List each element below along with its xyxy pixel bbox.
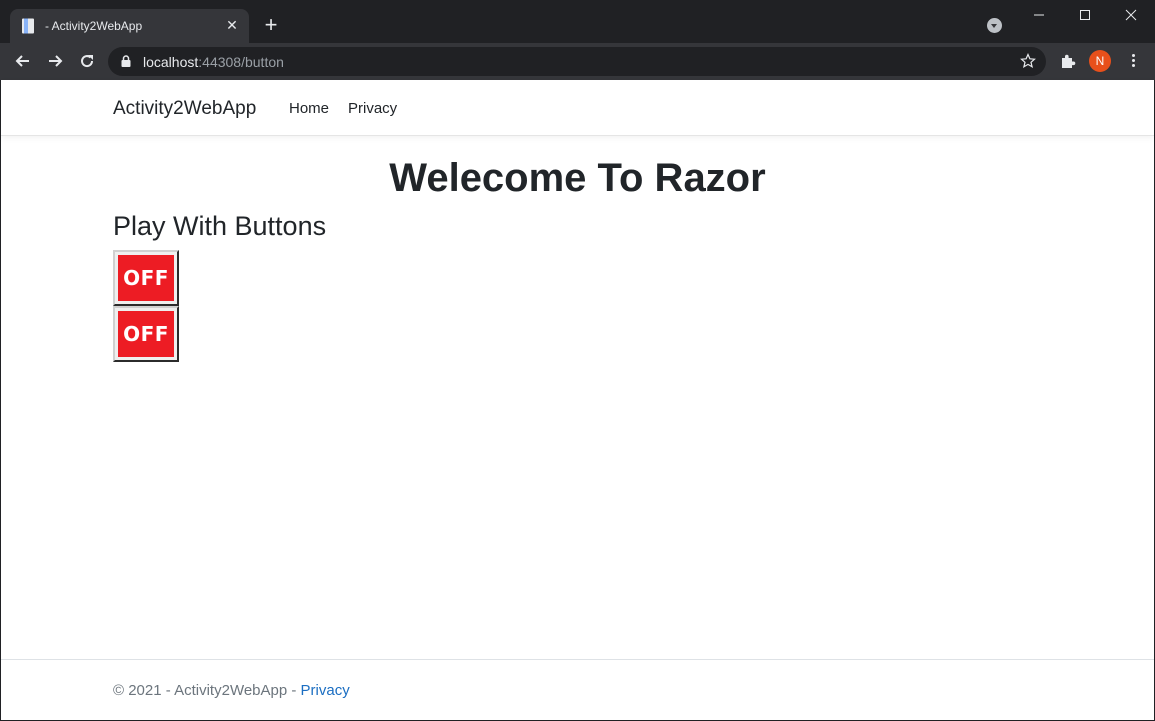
minimize-icon[interactable] (1029, 5, 1049, 25)
nav-link-home[interactable]: Home (289, 100, 329, 117)
site-footer: © 2021 - Activity2WebApp - Privacy (1, 659, 1154, 720)
bookmark-star-icon[interactable] (1020, 53, 1036, 69)
page-title: Welecome To Razor (389, 156, 766, 200)
page-viewport: Activity2WebApp Home Privacy Welecome To… (1, 80, 1154, 720)
maximize-icon[interactable] (1075, 5, 1095, 25)
tab-search-icon[interactable] (987, 18, 1002, 33)
footer-text: © 2021 - Activity2WebApp - Privacy (113, 682, 350, 699)
close-tab-icon[interactable]: ✕ (224, 17, 240, 33)
extensions-puzzle-icon[interactable] (1059, 52, 1077, 70)
toggle-label: OFF (123, 322, 169, 346)
site-navbar: Activity2WebApp Home Privacy (1, 80, 1154, 136)
tab-strip: - Activity2WebApp ✕ + (0, 0, 1155, 43)
new-tab-button[interactable]: + (261, 14, 281, 36)
back-icon[interactable] (13, 51, 33, 71)
toggle-face: OFF (118, 311, 174, 357)
toggle-face: OFF (118, 255, 174, 301)
forward-icon[interactable] (45, 51, 65, 71)
reload-icon[interactable] (77, 51, 97, 71)
browser-menu-icon[interactable] (1125, 52, 1141, 70)
toggle-button-2[interactable]: OFF (113, 306, 179, 362)
section-heading: Play With Buttons (113, 211, 327, 241)
copyright-text: © 2021 - Activity2WebApp - (113, 682, 301, 699)
url-text: localhost:44308/button (143, 54, 284, 70)
browser-toolbar: localhost:44308/button N (0, 43, 1155, 80)
navbar-brand[interactable]: Activity2WebApp (113, 98, 256, 120)
page-favicon-icon (22, 18, 34, 34)
url-host: localhost (143, 54, 199, 70)
toggle-button-1[interactable]: OFF (113, 250, 179, 306)
lock-icon (121, 55, 131, 67)
address-bar[interactable]: localhost:44308/button (108, 47, 1046, 76)
footer-privacy-link[interactable]: Privacy (301, 682, 350, 699)
tab-title: - Activity2WebApp (45, 19, 143, 33)
url-path: :44308/button (198, 54, 284, 70)
browser-tab[interactable]: - Activity2WebApp ✕ (10, 9, 249, 43)
profile-avatar[interactable]: N (1089, 50, 1111, 72)
toggle-label: OFF (123, 266, 169, 290)
nav-link-privacy[interactable]: Privacy (348, 100, 397, 117)
close-window-icon[interactable] (1121, 5, 1141, 25)
